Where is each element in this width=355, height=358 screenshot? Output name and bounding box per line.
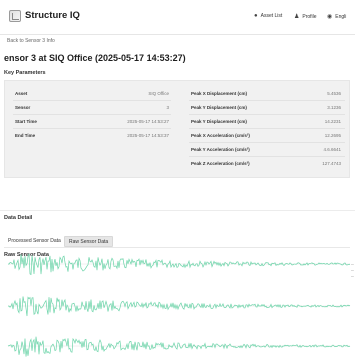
key-parameters-heading: Key Parameters [4,70,46,76]
list-icon: ● [254,13,258,19]
param-label: Start Time [15,119,37,124]
row-divider [13,100,171,101]
logo-icon [9,10,21,22]
row-divider [189,114,345,115]
param-label: Asset [15,91,28,96]
param-label: Peak Y Displacement (cm) [191,105,247,110]
page-title: ensor 3 at SIQ Office (2025-05-17 14:53:… [4,53,186,63]
param-label: End Time [15,133,36,138]
param-label: Sensor [15,105,31,110]
globe-icon: ◉ [327,14,333,20]
param-value: 3.1236 [327,105,341,110]
row-divider [189,156,345,157]
row-divider [189,142,345,143]
param-label: Peak Y Acceleration (cm/s²) [191,147,250,152]
param-value: SIQ Office [148,91,169,96]
param-label: Peak Y Displacement (cm) [191,119,247,124]
param-value: 14.2231 [324,119,341,124]
param-value: 2025-05-17 14:53:37 [127,133,169,138]
row-divider [13,128,171,129]
breadcrumb[interactable]: Back to Sensor 3 Info [7,38,55,44]
user-icon: ♟ [294,14,300,20]
row-divider [189,100,345,101]
param-value: 2025-05-17 14:53:27 [127,119,169,124]
nav-asset-list[interactable]: ● Asset List [254,13,282,19]
nav-asset-list-label: Asset List [260,13,283,19]
row-divider [189,128,345,129]
param-value: 3 [166,105,169,110]
param-value: 4.6.6641 [323,147,341,152]
raw-waveform-chart [7,253,351,357]
param-value: 12.2695 [324,133,341,138]
nav-profile[interactable]: ♟ Profile [294,13,317,21]
param-value: 5.4536 [327,91,341,96]
data-detail-heading: Data Detail [4,215,33,221]
section-divider [0,210,355,211]
row-divider [13,114,171,115]
top-bar: Structure IQ ● Asset List ♟ Profile ◉ En… [0,0,355,35]
app-title: Structure IQ [25,10,80,21]
nav-language-label: Engli [335,13,347,20]
legend-tick: ─ [351,274,354,279]
param-label: Peak Z Acceleration (cm/s²) [191,161,250,166]
param-label: Peak X Acceleration (cm/s²) [191,133,250,138]
waveform-z [7,336,351,357]
legend-tick: ─ [351,268,354,273]
nav-profile-label: Profile [302,13,317,20]
nav-language[interactable]: ◉ Engli [327,13,347,21]
legend-tick: ─ [351,262,354,267]
param-value: 127.4743 [322,161,341,166]
key-parameters-panel: Asset SIQ Office Sensor 3 Start Time 202… [4,80,350,178]
param-label: Peak X Displacement (cm) [191,91,248,96]
